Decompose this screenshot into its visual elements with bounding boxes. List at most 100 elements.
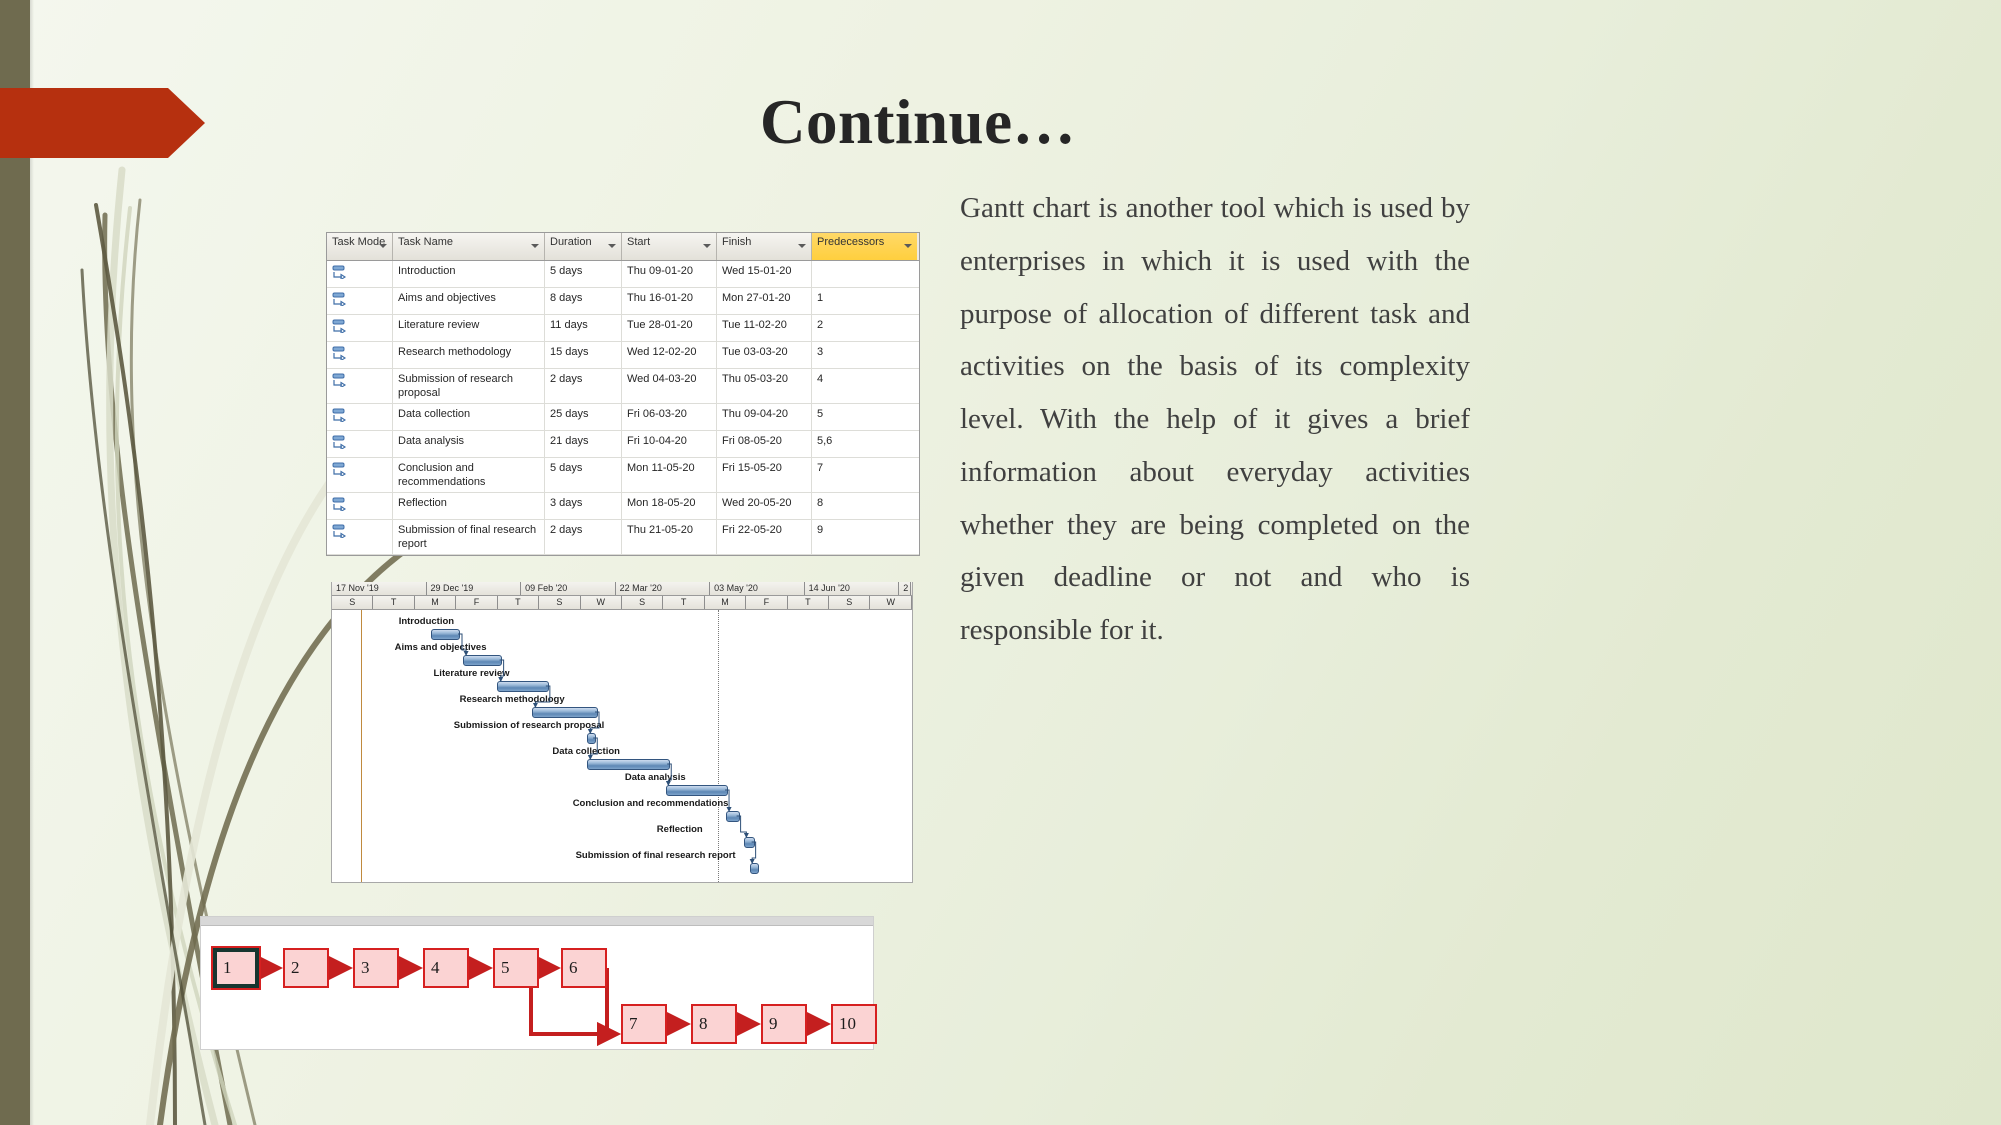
network-node[interactable]: 9	[761, 1004, 807, 1044]
cell-task-mode[interactable]	[327, 342, 393, 368]
cell-predecessors[interactable]: 1	[812, 288, 917, 314]
cell-finish[interactable]: Fri 15-05-20	[717, 458, 812, 493]
network-node[interactable]: 3	[353, 948, 399, 988]
table-row[interactable]: Research methodology 15 days Wed 12-02-20 T…	[327, 342, 919, 369]
network-node[interactable]: 6	[561, 948, 607, 988]
cell-predecessors[interactable]: 3	[812, 342, 917, 368]
cell-task-mode[interactable]	[327, 369, 393, 404]
table-row[interactable]: Submission of research proposal 2 days Wed…	[327, 369, 919, 405]
gantt-bar[interactable]	[532, 707, 598, 718]
cell-duration[interactable]: 11 days	[545, 315, 622, 341]
cell-task-name[interactable]: Submission of research proposal	[393, 369, 545, 404]
cell-task-name[interactable]: Data analysis	[393, 431, 545, 458]
chevron-down-icon[interactable]	[608, 244, 616, 248]
column-header-finish[interactable]: Finish	[717, 233, 812, 260]
cell-finish[interactable]: Thu 05-03-20	[717, 369, 812, 404]
cell-predecessors[interactable]: 8	[812, 493, 917, 519]
network-node[interactable]: 1	[211, 946, 261, 990]
cell-task-mode[interactable]	[327, 315, 393, 341]
column-header-task-name[interactable]: Task Name	[393, 233, 545, 260]
table-row[interactable]: Reflection 3 days Mon 18-05-20 Wed 20-05-20…	[327, 493, 919, 521]
network-node[interactable]: 8	[691, 1004, 737, 1044]
cell-duration[interactable]: 15 days	[545, 342, 622, 368]
cell-duration[interactable]: 2 days	[545, 369, 622, 404]
network-node[interactable]: 7	[621, 1004, 667, 1044]
chevron-down-icon[interactable]	[531, 244, 539, 248]
cell-finish[interactable]: Fri 22-05-20	[717, 520, 812, 555]
cell-duration[interactable]: 2 days	[545, 520, 622, 555]
cell-predecessors[interactable]: 7	[812, 458, 917, 492]
table-row[interactable]: Literature review 11 days Tue 28-01-20 Tue …	[327, 315, 919, 342]
cell-start[interactable]: Thu 16-01-20	[622, 288, 717, 314]
column-header-start[interactable]: Start	[622, 233, 717, 260]
cell-duration[interactable]: 5 days	[545, 458, 622, 493]
chevron-down-icon[interactable]	[904, 244, 912, 248]
cell-task-mode[interactable]	[327, 261, 393, 287]
cell-predecessors[interactable]: 4	[812, 369, 917, 403]
table-row[interactable]: Introduction 5 days Thu 09-01-20 Wed 15-01-…	[327, 261, 919, 288]
cell-predecessors[interactable]	[812, 261, 917, 287]
gantt-bar[interactable]	[726, 811, 740, 822]
column-header-task-mode[interactable]: Task Mode	[327, 233, 393, 260]
gantt-bar[interactable]	[430, 629, 461, 640]
cell-predecessors[interactable]: 5	[812, 404, 917, 430]
cell-duration[interactable]: 3 days	[545, 493, 622, 520]
cell-task-mode[interactable]	[327, 404, 393, 431]
cell-finish[interactable]: Wed 20-05-20	[717, 493, 812, 520]
cell-finish[interactable]: Tue 03-03-20	[717, 342, 812, 368]
cell-finish[interactable]: Tue 11-02-20	[717, 315, 812, 341]
network-node[interactable]: 10	[831, 1004, 877, 1044]
cell-finish[interactable]: Fri 08-05-20	[717, 431, 812, 458]
cell-duration[interactable]: 8 days	[545, 288, 622, 314]
cell-predecessors[interactable]: 2	[812, 315, 917, 341]
gantt-bar[interactable]	[462, 655, 503, 666]
cell-finish[interactable]: Wed 15-01-20	[717, 261, 812, 287]
gantt-bar[interactable]	[743, 837, 756, 848]
cell-predecessors[interactable]: 5,6	[812, 431, 917, 457]
network-node[interactable]: 5	[493, 948, 539, 988]
cell-duration[interactable]: 21 days	[545, 431, 622, 458]
column-header-predecessors[interactable]: Predecessors	[812, 233, 917, 260]
table-row[interactable]: Aims and objectives 8 days Thu 16-01-20 Mon…	[327, 288, 919, 315]
cell-task-mode[interactable]	[327, 458, 393, 493]
cell-task-name[interactable]: Data collection	[393, 404, 545, 431]
cell-task-name[interactable]: Literature review	[393, 315, 545, 341]
gantt-bar[interactable]	[749, 863, 759, 874]
cell-predecessors[interactable]: 9	[812, 520, 917, 554]
gantt-bar[interactable]	[587, 759, 671, 770]
cell-finish[interactable]: Mon 27-01-20	[717, 288, 812, 314]
cell-task-name[interactable]: Aims and objectives	[393, 288, 545, 314]
cell-task-mode[interactable]	[327, 288, 393, 314]
cell-task-name[interactable]: Introduction	[393, 261, 545, 287]
chevron-down-icon[interactable]	[703, 244, 711, 248]
cell-start[interactable]: Tue 28-01-20	[622, 315, 717, 341]
cell-finish[interactable]: Thu 09-04-20	[717, 404, 812, 431]
cell-start[interactable]: Wed 12-02-20	[622, 342, 717, 368]
table-row[interactable]: Data analysis 21 days Fri 10-04-20 Fri 08-0…	[327, 431, 919, 459]
table-row[interactable]: Submission of final research report 2 day…	[327, 520, 919, 556]
cell-start[interactable]: Fri 10-04-20	[622, 431, 717, 458]
cell-task-name[interactable]: Research methodology	[393, 342, 545, 368]
gantt-bar[interactable]	[587, 733, 597, 744]
cell-start[interactable]: Wed 04-03-20	[622, 369, 717, 404]
cell-task-mode[interactable]	[327, 431, 393, 458]
gantt-bar[interactable]	[665, 785, 729, 796]
cell-start[interactable]: Thu 09-01-20	[622, 261, 717, 287]
network-node[interactable]: 4	[423, 948, 469, 988]
gantt-bar[interactable]	[497, 681, 549, 692]
table-row[interactable]: Data collection 25 days Fri 06-03-20 Thu 09…	[327, 404, 919, 432]
cell-duration[interactable]: 25 days	[545, 404, 622, 431]
chevron-down-icon[interactable]	[798, 244, 806, 248]
cell-start[interactable]: Thu 21-05-20	[622, 520, 717, 555]
cell-task-name[interactable]: Reflection	[393, 493, 545, 520]
cell-start[interactable]: Mon 11-05-20	[622, 458, 717, 493]
cell-start[interactable]: Fri 06-03-20	[622, 404, 717, 431]
cell-task-name[interactable]: Submission of final research report	[393, 520, 545, 555]
cell-duration[interactable]: 5 days	[545, 261, 622, 287]
column-header-duration[interactable]: Duration	[545, 233, 622, 260]
network-node[interactable]: 2	[283, 948, 329, 988]
cell-task-name[interactable]: Conclusion and recommendations	[393, 458, 545, 493]
cell-start[interactable]: Mon 18-05-20	[622, 493, 717, 520]
cell-task-mode[interactable]	[327, 493, 393, 520]
chevron-down-icon[interactable]	[379, 244, 387, 248]
